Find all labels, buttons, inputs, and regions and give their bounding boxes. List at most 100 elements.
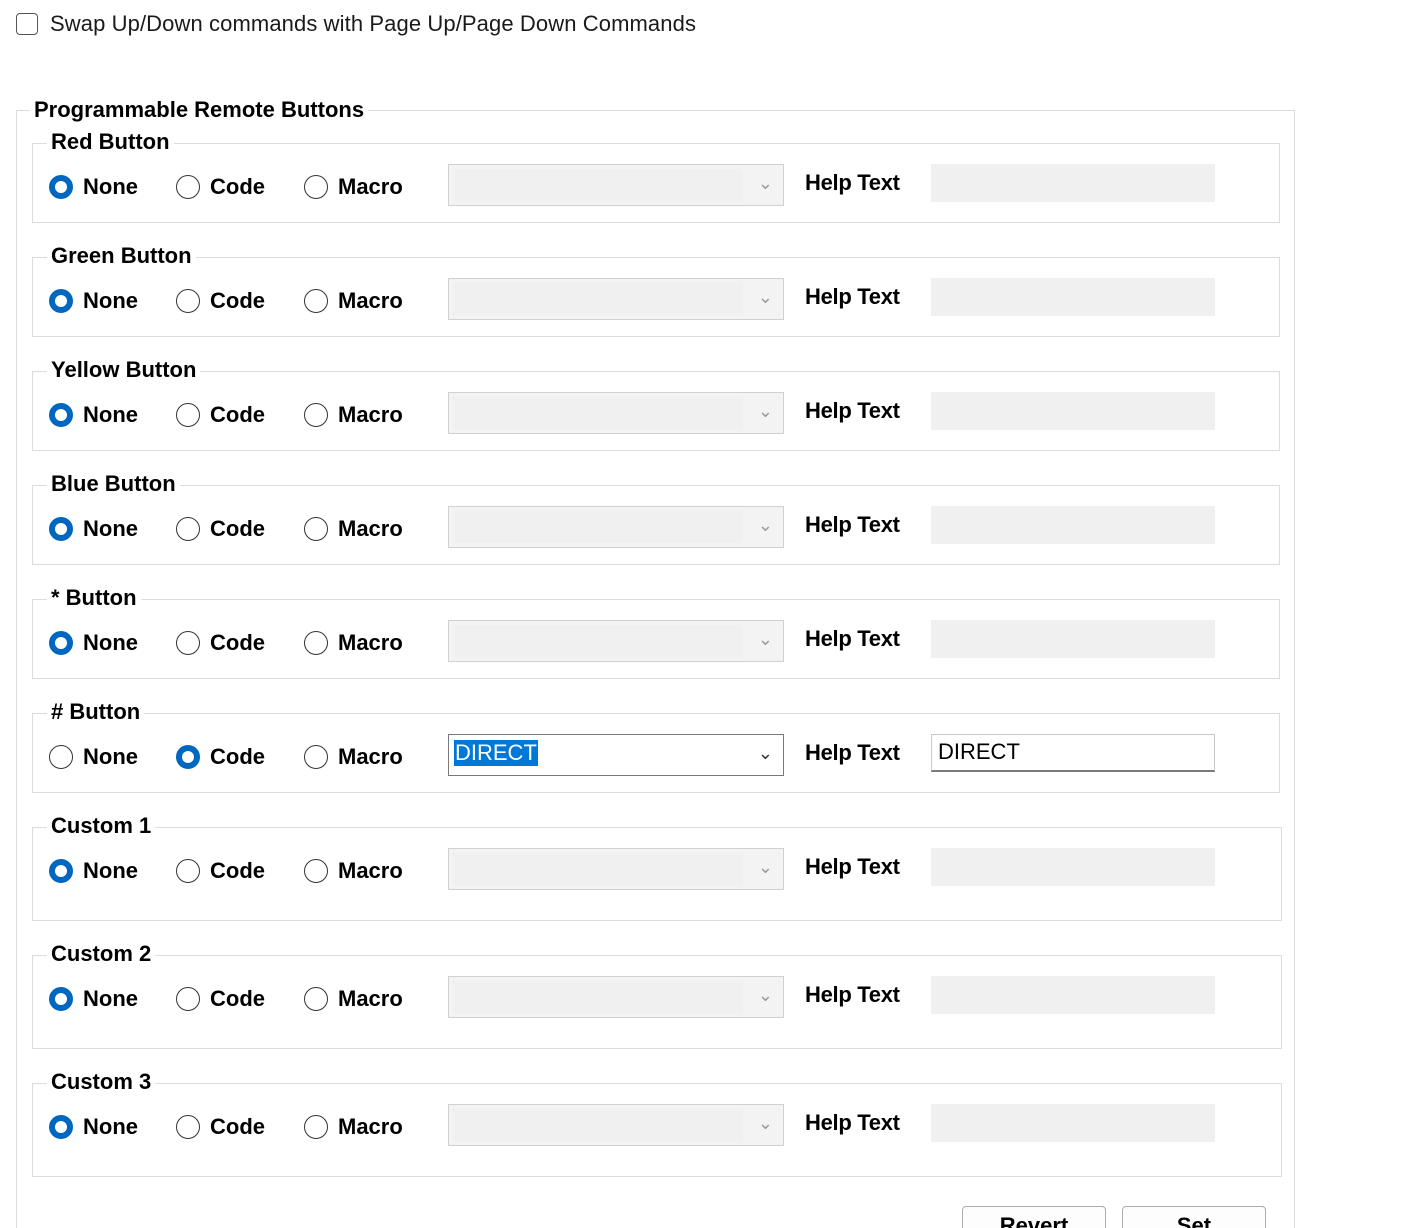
code-dropdown[interactable]: DIRECT ⌄ xyxy=(448,734,784,776)
radio-none[interactable]: None xyxy=(49,742,138,772)
radio-none[interactable]: None xyxy=(49,514,138,544)
radio-circle[interactable] xyxy=(176,175,200,199)
help-text-label: Help Text xyxy=(805,626,900,651)
radio-circle[interactable] xyxy=(304,289,328,313)
radio-macro[interactable]: Macro xyxy=(304,984,403,1014)
radio-code[interactable]: Code xyxy=(176,400,265,430)
code-dropdown[interactable]: ⌄ xyxy=(448,848,784,890)
radio-code[interactable]: Code xyxy=(176,984,265,1014)
help-text-value: DIRECT xyxy=(938,739,1020,764)
code-dropdown[interactable]: ⌄ xyxy=(448,278,784,320)
button-group: Custom 3 None Code Macro ⌄ Help Text xyxy=(32,1069,1282,1177)
revert-button[interactable]: Revert xyxy=(962,1206,1106,1228)
chevron-down-icon[interactable]: ⌄ xyxy=(758,743,773,764)
radio-circle[interactable] xyxy=(49,631,73,655)
radio-code[interactable]: Code xyxy=(176,856,265,886)
radio-none[interactable]: None xyxy=(49,172,138,202)
radio-code[interactable]: Code xyxy=(176,514,265,544)
chevron-down-icon[interactable]: ⌄ xyxy=(758,515,773,536)
radio-macro[interactable]: Macro xyxy=(304,628,403,658)
radio-circle[interactable] xyxy=(49,745,73,769)
chevron-down-icon[interactable]: ⌄ xyxy=(758,287,773,308)
radio-circle[interactable] xyxy=(304,631,328,655)
radio-code[interactable]: Code xyxy=(176,628,265,658)
dropdown-field xyxy=(453,1109,743,1141)
help-text-input[interactable] xyxy=(931,620,1215,658)
help-text-input[interactable]: DIRECT xyxy=(931,734,1215,772)
help-text-input[interactable] xyxy=(931,392,1215,430)
chevron-down-icon[interactable]: ⌄ xyxy=(758,629,773,650)
radio-circle[interactable] xyxy=(49,987,73,1011)
radio-circle[interactable] xyxy=(304,745,328,769)
dropdown-field xyxy=(453,169,743,201)
radio-circle[interactable] xyxy=(176,987,200,1011)
chevron-down-icon[interactable]: ⌄ xyxy=(758,173,773,194)
radio-code[interactable]: Code xyxy=(176,286,265,316)
code-dropdown[interactable]: ⌄ xyxy=(448,506,784,548)
radio-macro[interactable]: Macro xyxy=(304,172,403,202)
help-text-input[interactable] xyxy=(931,164,1215,202)
radio-circle[interactable] xyxy=(304,517,328,541)
button-group: Custom 2 None Code Macro ⌄ Help Text xyxy=(32,941,1282,1049)
help-text-label: Help Text xyxy=(805,284,900,309)
radio-circle[interactable] xyxy=(304,859,328,883)
radio-code[interactable]: Code xyxy=(176,172,265,202)
radio-macro[interactable]: Macro xyxy=(304,856,403,886)
radio-circle[interactable] xyxy=(49,175,73,199)
set-button[interactable]: Set xyxy=(1122,1206,1266,1228)
help-text-input[interactable] xyxy=(931,848,1215,886)
radio-circle[interactable] xyxy=(49,1115,73,1139)
code-dropdown[interactable]: ⌄ xyxy=(448,620,784,662)
radio-macro[interactable]: Macro xyxy=(304,1112,403,1142)
radio-circle[interactable] xyxy=(49,403,73,427)
radio-macro[interactable]: Macro xyxy=(304,286,403,316)
radio-circle[interactable] xyxy=(49,517,73,541)
chevron-down-icon[interactable]: ⌄ xyxy=(758,985,773,1006)
radio-none[interactable]: None xyxy=(49,286,138,316)
code-dropdown[interactable]: ⌄ xyxy=(448,976,784,1018)
help-text-input[interactable] xyxy=(931,976,1215,1014)
radio-code[interactable]: Code xyxy=(176,742,265,772)
radio-circle[interactable] xyxy=(49,859,73,883)
radio-circle[interactable] xyxy=(49,289,73,313)
radio-label: Macro xyxy=(338,516,403,541)
help-text-input[interactable] xyxy=(931,506,1215,544)
radio-none[interactable]: None xyxy=(49,984,138,1014)
radio-circle[interactable] xyxy=(176,859,200,883)
radio-circle[interactable] xyxy=(304,987,328,1011)
radio-circle[interactable] xyxy=(176,517,200,541)
chevron-down-icon[interactable]: ⌄ xyxy=(758,857,773,878)
code-dropdown[interactable]: ⌄ xyxy=(448,164,784,206)
radio-macro[interactable]: Macro xyxy=(304,400,403,430)
radio-circle[interactable] xyxy=(304,1115,328,1139)
radio-label: Code xyxy=(210,516,265,541)
radio-none[interactable]: None xyxy=(49,628,138,658)
radio-circle[interactable] xyxy=(304,403,328,427)
swap-checkbox[interactable] xyxy=(16,13,38,35)
radio-none[interactable]: None xyxy=(49,856,138,886)
help-text-input[interactable] xyxy=(931,278,1215,316)
dropdown-field xyxy=(453,511,743,543)
radio-none[interactable]: None xyxy=(49,1112,138,1142)
radio-macro[interactable]: Macro xyxy=(304,514,403,544)
help-text-label: Help Text xyxy=(805,398,900,423)
radio-label: Code xyxy=(210,402,265,427)
help-text-label: Help Text xyxy=(805,740,900,765)
radio-circle[interactable] xyxy=(176,745,200,769)
dropdown-field xyxy=(453,283,743,315)
radio-circle[interactable] xyxy=(176,403,200,427)
radio-circle[interactable] xyxy=(304,175,328,199)
radio-none[interactable]: None xyxy=(49,400,138,430)
code-dropdown[interactable]: ⌄ xyxy=(448,1104,784,1146)
help-text-input[interactable] xyxy=(931,1104,1215,1142)
radio-code[interactable]: Code xyxy=(176,1112,265,1142)
radio-label: Code xyxy=(210,986,265,1011)
radio-macro[interactable]: Macro xyxy=(304,742,403,772)
help-text-label: Help Text xyxy=(805,170,900,195)
radio-circle[interactable] xyxy=(176,289,200,313)
radio-circle[interactable] xyxy=(176,1115,200,1139)
chevron-down-icon[interactable]: ⌄ xyxy=(758,401,773,422)
code-dropdown[interactable]: ⌄ xyxy=(448,392,784,434)
radio-circle[interactable] xyxy=(176,631,200,655)
chevron-down-icon[interactable]: ⌄ xyxy=(758,1113,773,1134)
